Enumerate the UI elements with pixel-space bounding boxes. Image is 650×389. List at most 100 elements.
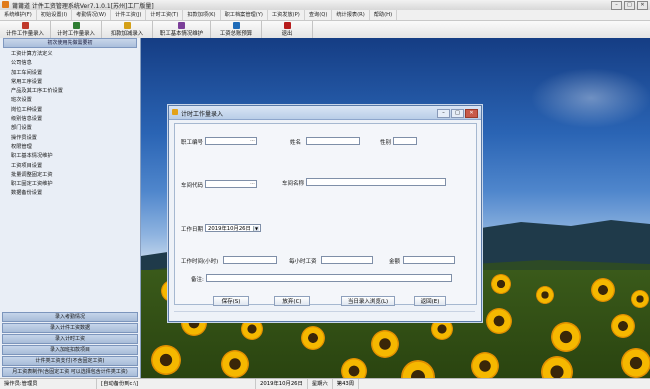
workshop-name-input[interactable] [306, 178, 446, 186]
gender-input[interactable] [393, 137, 417, 145]
menu-piecework[interactable]: 计件工资(J) [111, 10, 147, 20]
sidebar-item[interactable]: 常用工序设置 [0, 78, 140, 87]
menu-help[interactable]: 帮助(H) [370, 10, 398, 20]
sidebar-item[interactable]: 班次设置 [0, 96, 140, 105]
cancel-button[interactable]: 放弃(C) [274, 296, 310, 306]
sidebar-item[interactable]: 职工固定工资维护 [0, 180, 140, 189]
browse-icon[interactable]: ··· [249, 138, 256, 144]
sunflower [151, 345, 181, 375]
amount-input[interactable] [403, 256, 455, 264]
name-input[interactable] [306, 137, 360, 145]
workshop-code-input[interactable]: ··· [205, 180, 257, 188]
sidebar-action-button[interactable]: 录入加班扣款项目 [2, 345, 138, 355]
sidebar-item[interactable]: 加工车间设置 [0, 69, 140, 78]
sidebar-action-button[interactable]: 计件类工资支付(不含固定工资) [2, 356, 138, 366]
sidebar-action-button[interactable]: 录入计时工资 [2, 334, 138, 344]
hourly-wage-input[interactable] [321, 256, 373, 264]
work-date-picker[interactable]: 2019年10月26日 ▼ [205, 224, 261, 232]
status-bar: 操作员:管理员 [自动备份到c:\] 2019年10月26日 星期六 第43周 [0, 378, 650, 389]
return-button[interactable]: 返回(E) [414, 296, 446, 306]
sidebar-item[interactable]: 数据备份设置 [0, 189, 140, 198]
menu-query[interactable]: 查询(Q) [305, 10, 333, 20]
sidebar-item[interactable]: 级别信息设置 [0, 115, 140, 124]
edit-icon [21, 22, 29, 29]
menu-timework[interactable]: 计时工资(T) [146, 10, 184, 20]
sidebar-action-button[interactable]: 录入计件工资数据 [2, 323, 138, 333]
menu-deductions[interactable]: 扣款加项(K) [183, 10, 221, 20]
form-panel: 职工编号 ··· 姓名 性别 车间代码 ··· 车间名称 工作日期 2019年1… [174, 123, 477, 305]
sidebar-item[interactable]: 批量调整固定工资 [0, 171, 140, 180]
toolbar-button-label: 扣款加减录入 [110, 31, 144, 37]
toolbar-button-4[interactable]: 工资总账预算 [211, 21, 262, 38]
toolbar-button-label: 计时工作量录入 [57, 31, 95, 37]
toolbar-button-3[interactable]: 职工基本情况维护 [153, 21, 211, 38]
dialog-maximize-icon[interactable]: □ [451, 109, 464, 118]
work-date-value: 2019年10月26日 [208, 226, 251, 232]
sunflower [591, 278, 615, 302]
menu-system[interactable]: 系统维护(F) [0, 10, 37, 20]
work-date-label: 工作日期 [181, 227, 204, 233]
sidebar-item[interactable]: 部门设置 [0, 124, 140, 133]
sunflower [631, 290, 649, 308]
sunflower [221, 350, 249, 378]
sunflower [471, 352, 499, 378]
sunflower [371, 330, 399, 358]
sidebar-action-button[interactable]: 录入考勤情况 [2, 312, 138, 322]
sidebar-list: 工资计算方法定义 公司信息 加工车间设置 常用工序设置 产品及其工序工价设置 班次设置 岗位… [0, 50, 140, 199]
sidebar-action-button[interactable]: 月工资表制作(含固定工资 可以选择包含计件类工资) [2, 367, 138, 377]
workshop-code-label: 车间代码 [181, 183, 204, 189]
toolbar-button-label: 职工基本情况维护 [159, 31, 204, 37]
name-label: 姓名 [290, 140, 302, 146]
dialog-minimize-icon[interactable]: – [437, 109, 450, 118]
close-icon[interactable]: ✕ [637, 1, 648, 10]
menu-employee[interactable]: 职工档案管理(Y) [221, 10, 268, 20]
sidebar-item[interactable]: 产品及其工序工价设置 [0, 87, 140, 96]
person-icon [178, 22, 185, 29]
save-button[interactable]: 保存(S) [213, 296, 249, 306]
sidebar-item[interactable]: 岗位工种设置 [0, 106, 140, 115]
workshop-name-label: 车间名称 [282, 181, 305, 187]
emp-no-input[interactable]: ··· [205, 137, 257, 145]
toolbar-button-1[interactable]: 计时工作量录入 [51, 21, 102, 38]
sidebar-item[interactable]: 权限管理 [0, 143, 140, 152]
chevron-down-icon[interactable]: ▼ [253, 226, 259, 231]
sunflower [611, 314, 635, 338]
sunflower [486, 308, 512, 334]
today-browse-button[interactable]: 当日录入浏览(L) [341, 296, 395, 306]
sidebar-item[interactable]: 工资项目设置 [0, 162, 140, 171]
sunflower [301, 326, 325, 350]
menu-payroll[interactable]: 工资发放(P) [268, 10, 305, 20]
toolbar-button-0[interactable]: 计件工作量录入 [0, 21, 51, 38]
report-icon [232, 22, 240, 29]
sidebar-item[interactable]: 职工基本情况维护 [0, 152, 140, 161]
browse-icon[interactable]: ··· [249, 181, 256, 187]
menu-init[interactable]: 初始设置(I) [37, 10, 73, 20]
sunflower [341, 358, 367, 378]
dialog-close-icon[interactable]: ✕ [465, 109, 478, 118]
menu-bar: 系统维护(F) 初始设置(I) 考勤情况(W) 计件工资(J) 计时工资(T) … [0, 10, 650, 21]
dialog-footer-bar [174, 311, 475, 318]
money-icon [123, 22, 131, 29]
toolbar-button-2[interactable]: 扣款加减录入 [102, 21, 153, 38]
exit-icon [283, 22, 291, 29]
menu-reports[interactable]: 统计报表(R) [332, 10, 370, 20]
sunflower [401, 360, 435, 378]
amount-label: 金额 [389, 259, 401, 265]
sunflower [551, 322, 581, 352]
menu-attendance[interactable]: 考勤情况(W) [72, 10, 112, 20]
remark-input[interactable] [206, 274, 452, 282]
sidebar-item[interactable]: 操作员设置 [0, 134, 140, 143]
gender-label: 性别 [380, 140, 392, 146]
hourly-wage-label: 每小时工资 [289, 259, 317, 265]
sidebar-bottom-buttons: 录入考勤情况 录入计件工资数据 录入计时工资 录入加班扣款项目 计件类工资支付(不含固定… [0, 312, 140, 378]
sidebar-item[interactable]: 公司信息 [0, 59, 140, 68]
sidebar-item[interactable]: 工资计算方法定义 [0, 50, 140, 59]
dialog-app-icon [172, 109, 178, 115]
minimize-icon[interactable]: – [611, 1, 622, 10]
toolbar-button-label: 计件工作量录入 [6, 31, 44, 37]
toolbar-button-5[interactable]: 退出 [262, 21, 313, 38]
dialog-title: 计时工作量录入 [181, 111, 224, 118]
hours-input[interactable] [223, 256, 277, 264]
sunflower [536, 286, 554, 304]
maximize-icon[interactable]: □ [624, 1, 635, 10]
